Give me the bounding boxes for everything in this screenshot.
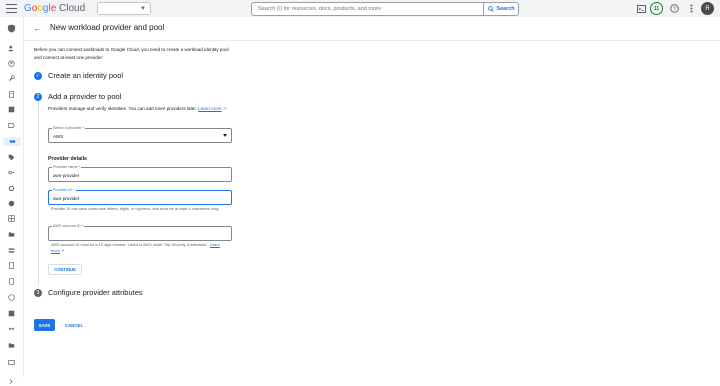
step-add-provider: Add a provider to pool bbox=[48, 92, 122, 101]
external-link-icon: ↗ bbox=[60, 248, 65, 253]
marketplace-folder-icon[interactable] bbox=[7, 341, 16, 350]
add-person-icon[interactable] bbox=[7, 44, 16, 53]
aws-account-id-field[interactable]: AWS account ID * bbox=[48, 224, 232, 241]
provider-id-hint: Provider ID can have lowercase letters, … bbox=[51, 206, 220, 211]
provider-name-input[interactable] bbox=[53, 173, 223, 178]
cloud-shell-icon[interactable] bbox=[636, 3, 647, 14]
cancel-button[interactable]: CANCEL bbox=[62, 319, 86, 331]
avatar[interactable]: R bbox=[701, 2, 714, 15]
back-arrow-icon[interactable]: ← bbox=[33, 23, 42, 33]
provider-id-field[interactable]: Provider ID * bbox=[48, 188, 232, 205]
search-input[interactable] bbox=[252, 6, 482, 12]
provider-description: Providers manage and verify identities. … bbox=[48, 106, 227, 111]
help-icon[interactable]: ? bbox=[669, 3, 680, 14]
search-icon bbox=[488, 6, 495, 12]
more-options-icon[interactable] bbox=[686, 3, 697, 14]
page-title: New workload provider and pool bbox=[50, 23, 165, 32]
collapse-nav-icon[interactable] bbox=[7, 377, 16, 386]
aws-account-id-hint: AWS account ID must be a 12-digit number… bbox=[51, 242, 220, 253]
svg-text:?: ? bbox=[673, 7, 676, 13]
label-icon[interactable] bbox=[7, 153, 16, 162]
aws-account-id-input[interactable] bbox=[53, 232, 223, 237]
privacy-icon[interactable] bbox=[7, 199, 16, 208]
search-button[interactable]: Search bbox=[483, 2, 519, 16]
left-nav-rail bbox=[0, 17, 24, 384]
provider-name-field[interactable]: Provider name * bbox=[48, 165, 232, 182]
select-provider-value: AWS bbox=[53, 134, 64, 139]
devices-icon[interactable] bbox=[7, 277, 16, 286]
document-icon[interactable] bbox=[7, 261, 16, 270]
step-complete-icon: ✓ bbox=[34, 72, 42, 80]
step-number-badge: 3 bbox=[34, 289, 42, 297]
provider-details-heading: Provider details bbox=[48, 156, 87, 162]
grid-icon[interactable] bbox=[7, 214, 16, 223]
globe-icon[interactable] bbox=[7, 293, 16, 302]
policy-icon[interactable] bbox=[7, 90, 16, 99]
key-icon[interactable] bbox=[7, 168, 16, 177]
step-connector-line bbox=[37, 101, 39, 285]
page-header: ← New workload provider and pool bbox=[24, 17, 720, 41]
storage-icon[interactable] bbox=[7, 246, 16, 255]
notifications-badge[interactable]: 11 bbox=[650, 2, 663, 15]
intro-text: Before you can connect workloads to Goog… bbox=[34, 47, 229, 60]
dashboard-icon[interactable] bbox=[7, 309, 16, 318]
groups-icon[interactable] bbox=[7, 325, 16, 334]
tag-icon[interactable] bbox=[7, 121, 16, 130]
list-icon[interactable] bbox=[7, 105, 16, 114]
account-circle-icon[interactable] bbox=[7, 59, 16, 68]
shield-icon[interactable] bbox=[6, 23, 17, 34]
google-cloud-logo[interactable]: Google Cloud bbox=[24, 3, 85, 14]
step-number-badge: 2 bbox=[34, 93, 42, 101]
external-link-icon: ↗ bbox=[222, 106, 227, 111]
save-button[interactable]: SAVE bbox=[34, 319, 55, 331]
dropdown-arrow-icon bbox=[223, 134, 227, 137]
search-bar bbox=[251, 2, 519, 16]
chevron-down-icon: ▼ bbox=[140, 6, 146, 12]
step-configure-attributes: Configure provider attributes bbox=[48, 288, 143, 297]
project-picker[interactable]: ▼ bbox=[97, 2, 151, 15]
step-create-identity-pool[interactable]: Create an identity pool bbox=[48, 71, 123, 80]
folder-icon[interactable] bbox=[7, 230, 16, 239]
top-bar: Google Cloud ▼ Search 11 ? R bbox=[0, 0, 720, 17]
learn-more-link[interactable]: Learn more bbox=[198, 106, 222, 111]
main-menu-icon[interactable] bbox=[6, 3, 17, 14]
settings-icon[interactable] bbox=[7, 184, 16, 193]
workload-identity-federation-icon[interactable] bbox=[3, 137, 21, 146]
release-notes-icon[interactable] bbox=[7, 358, 16, 367]
provider-id-input[interactable] bbox=[53, 196, 223, 201]
continue-button[interactable]: CONTINUE bbox=[48, 264, 82, 275]
select-provider-dropdown[interactable]: Select a provider * AWS bbox=[48, 126, 232, 143]
wrench-icon[interactable] bbox=[7, 74, 16, 83]
